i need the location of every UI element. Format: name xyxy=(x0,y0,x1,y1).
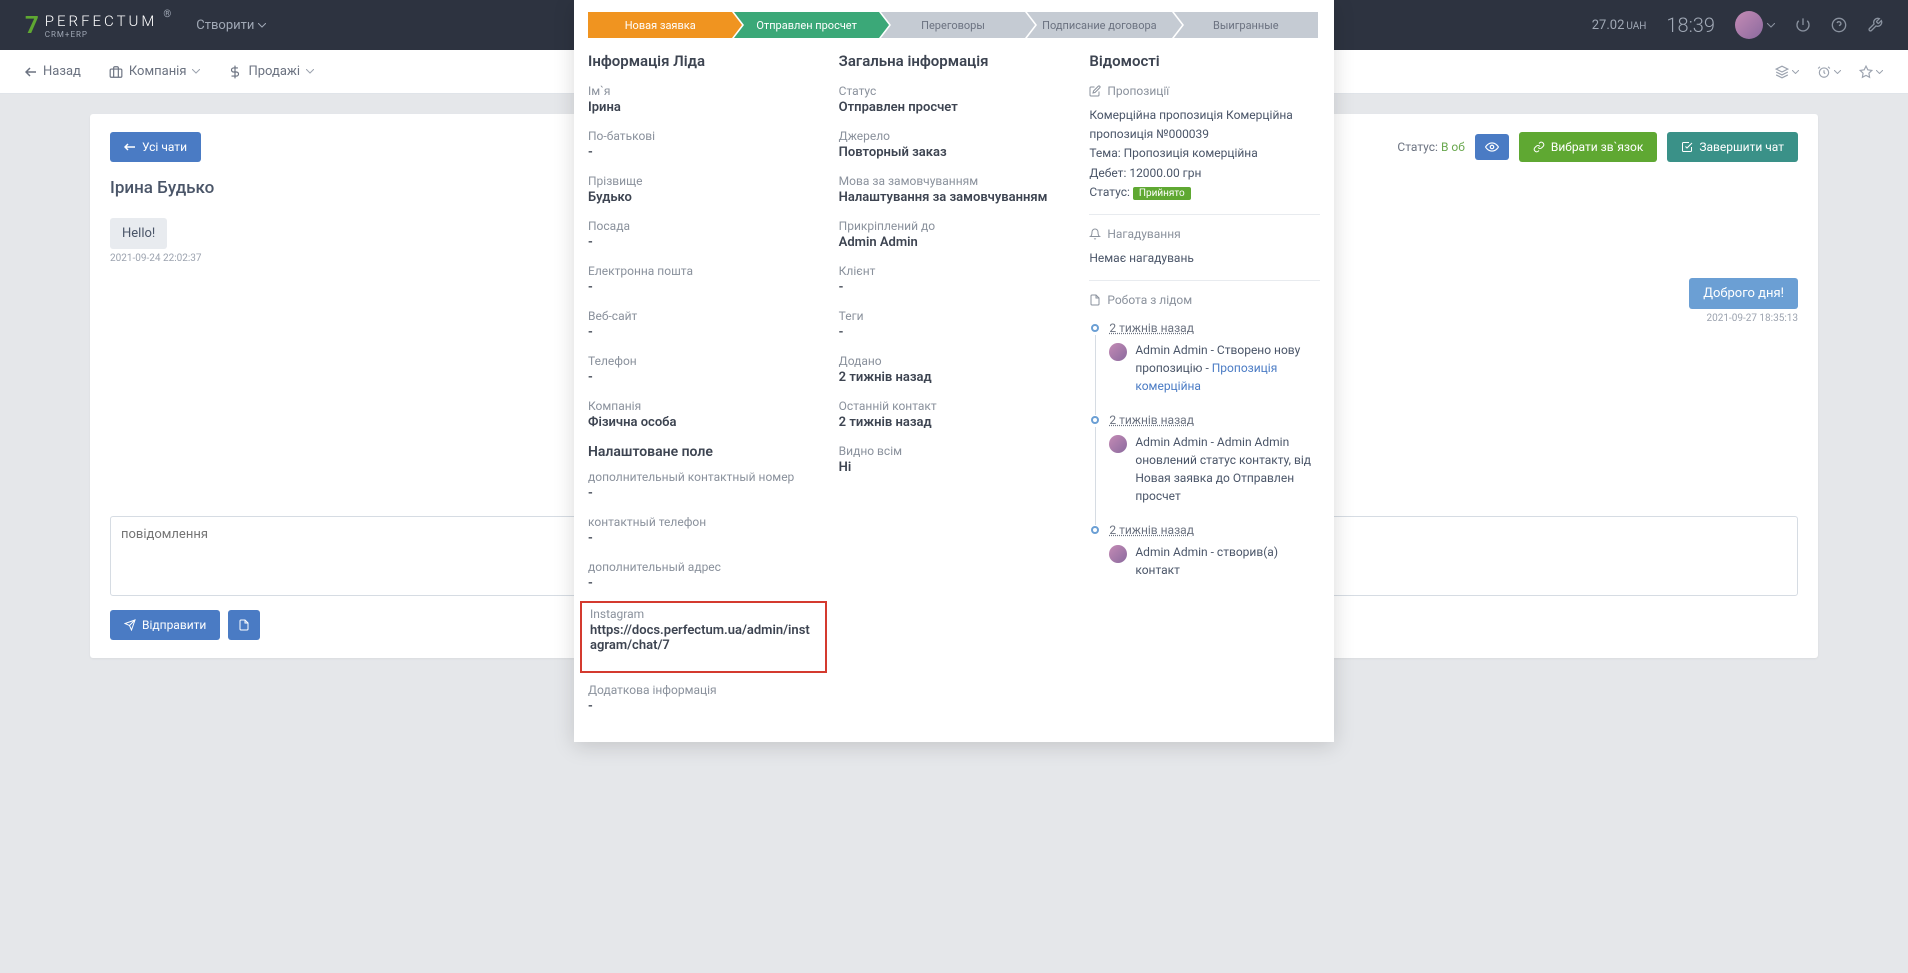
field-value: Будько xyxy=(588,190,819,205)
pipeline-stage[interactable]: Выигранные xyxy=(1174,12,1318,38)
pipeline: Новая заявка Отправлен просчет Переговор… xyxy=(574,0,1334,38)
field-value: - xyxy=(588,325,819,340)
bell-icon xyxy=(1089,228,1101,240)
timeline-text: Admin Admin - створив(а) контакт xyxy=(1135,543,1320,579)
field-value: Admin Admin xyxy=(839,235,1070,250)
pipeline-stage[interactable]: Отправлен просчет xyxy=(734,12,878,38)
field-value: - xyxy=(839,280,1070,295)
field-value: - xyxy=(588,145,819,160)
field-value: Ні xyxy=(839,460,1070,475)
timeline-text: Admin Admin - Admin Admin оновлений стат… xyxy=(1135,433,1320,505)
field-label: Статус xyxy=(839,84,1070,98)
reminders-text: Немає нагадувань xyxy=(1089,249,1320,268)
reminders-header: Нагадування xyxy=(1089,227,1320,241)
field-label: Веб-сайт xyxy=(588,309,819,323)
field-value: - xyxy=(839,325,1070,340)
timeline-avatar xyxy=(1109,545,1127,563)
field-label: дополнительный контактный номер xyxy=(588,470,819,484)
field-value: Отправлен просчет xyxy=(839,100,1070,115)
field-label: Посада xyxy=(588,219,819,233)
modal-overlay: Новая заявка Отправлен просчет Переговор… xyxy=(0,0,1908,973)
field-label: контактный телефон xyxy=(588,515,819,529)
field-value: 2 тижнів назад xyxy=(839,415,1070,430)
field-label: Теги xyxy=(839,309,1070,323)
field-value: - xyxy=(588,235,819,250)
field-label: дополнительный адрес xyxy=(588,560,819,574)
field-label: Клієнт xyxy=(839,264,1070,278)
custom-title: Налаштоване поле xyxy=(588,444,819,460)
pipeline-stage[interactable]: Новая заявка xyxy=(588,12,732,38)
reminders-block: Немає нагадувань xyxy=(1089,249,1320,281)
timeline-text: Admin Admin - Створено нову пропозицію -… xyxy=(1135,341,1320,395)
col-lead-info: Інформація Ліда Ім`я Ірина По-батькові - Прі… xyxy=(588,52,819,728)
col-title: Загальна інформація xyxy=(839,52,1070,70)
proposal-name: Комерційна пропозиція Комерційна пропози… xyxy=(1089,106,1320,144)
field-label: По-батькові xyxy=(588,129,819,143)
field-value: - xyxy=(588,370,819,385)
proposals-header: Пропозиції xyxy=(1089,84,1320,98)
field-label: Телефон xyxy=(588,354,819,368)
timeline-time: 2 тижнів назад xyxy=(1109,321,1320,335)
field-value[interactable]: https://docs.perfectum.ua/admin/instagra… xyxy=(590,623,817,653)
proposal-block: Комерційна пропозиція Комерційна пропози… xyxy=(1089,106,1320,215)
field-label: Додано xyxy=(839,354,1070,368)
proposal-status: Статус: Прийнято xyxy=(1089,183,1320,202)
field-value: - xyxy=(588,699,819,714)
field-label: Ім`я xyxy=(588,84,819,98)
col-title: Відомості xyxy=(1089,52,1320,70)
field-value: - xyxy=(588,531,819,546)
instagram-highlight: Instagram https://docs.perfectum.ua/admi… xyxy=(580,601,827,673)
col-title: Інформація Ліда xyxy=(588,52,819,70)
edit-icon xyxy=(1089,85,1101,97)
proposal-theme: Тема: Пропозиція комерційна xyxy=(1089,144,1320,163)
field-label: Прикріплений до xyxy=(839,219,1070,233)
field-value: Ірина xyxy=(588,100,819,115)
timeline-avatar xyxy=(1109,435,1127,453)
field-label: Прізвище xyxy=(588,174,819,188)
field-value: - xyxy=(588,280,819,295)
status-badge: Прийнято xyxy=(1133,187,1191,200)
timeline-time: 2 тижнів назад xyxy=(1109,523,1320,537)
field-label: Компанія xyxy=(588,399,819,413)
lead-modal: Новая заявка Отправлен просчет Переговор… xyxy=(574,0,1334,742)
field-value: Фізична особа xyxy=(588,415,819,430)
field-value: Повторный заказ xyxy=(839,145,1070,160)
file-icon xyxy=(1089,294,1101,306)
timeline-dot xyxy=(1091,416,1099,424)
field-label: Мова за замовчуванням xyxy=(839,174,1070,188)
pipeline-stage[interactable]: Подписание договора xyxy=(1027,12,1171,38)
field-label: Джерело xyxy=(839,129,1070,143)
timeline-dot xyxy=(1091,526,1099,534)
field-label: Додаткова інформація xyxy=(588,683,819,697)
work-header: Робота з лідом xyxy=(1089,293,1320,307)
field-value: 2 тижнів назад xyxy=(839,370,1070,385)
proposal-debit: Дебет: 12000.00 грн xyxy=(1089,164,1320,183)
field-label: Електронна пошта xyxy=(588,264,819,278)
col-details: Відомості Пропозиції Комерційна пропозиц… xyxy=(1089,52,1320,728)
timeline-dot xyxy=(1091,324,1099,332)
timeline-time: 2 тижнів назад xyxy=(1109,413,1320,427)
field-label: Instagram xyxy=(590,607,817,621)
field-value: - xyxy=(588,486,819,501)
pipeline-stage[interactable]: Переговоры xyxy=(881,12,1025,38)
field-value: Налаштування за замовчуванням xyxy=(839,190,1070,205)
field-label: Видно всім xyxy=(839,444,1070,458)
timeline-avatar xyxy=(1109,343,1127,361)
col-general: Загальна інформація Статус Отправлен прос… xyxy=(839,52,1070,728)
field-label: Останній контакт xyxy=(839,399,1070,413)
field-value: - xyxy=(588,576,819,591)
